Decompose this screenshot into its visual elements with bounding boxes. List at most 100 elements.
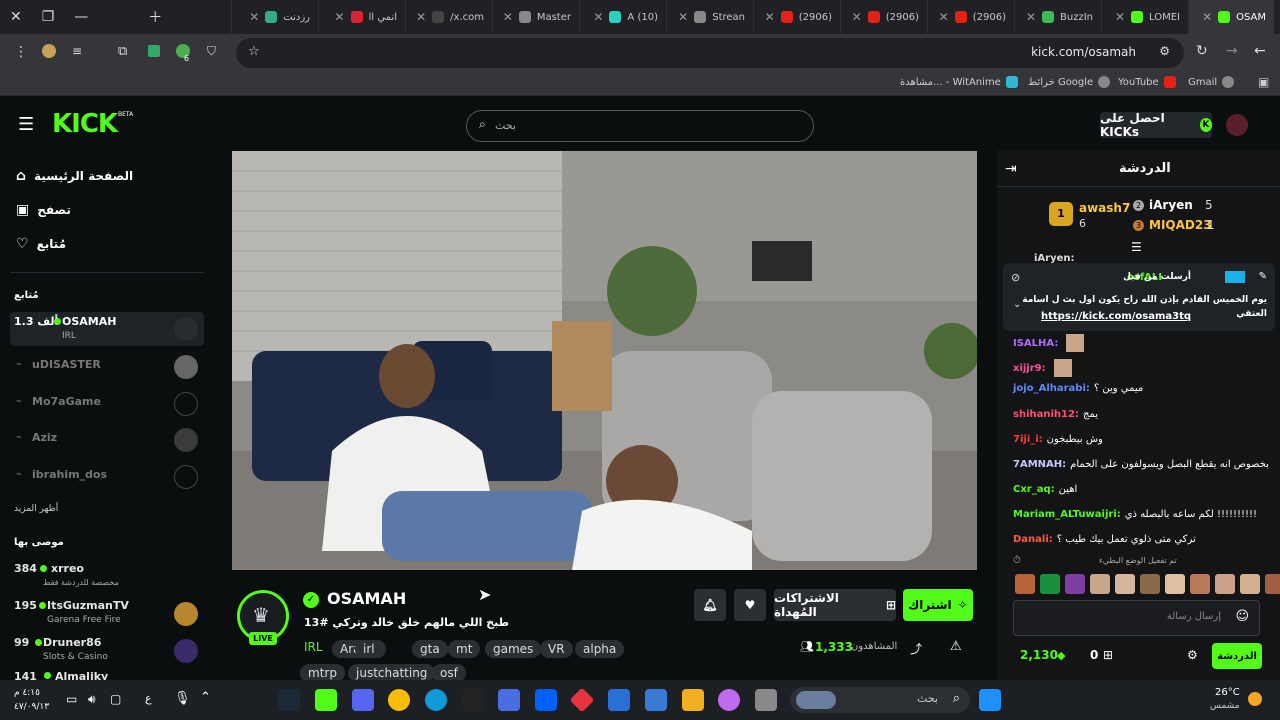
chevron-down-icon[interactable]: ⌄: [1013, 299, 1021, 310]
volume-icon[interactable]: 🔊︎: [88, 692, 96, 707]
taskbar-search[interactable]: بحث ⌕: [790, 687, 970, 713]
emote-image[interactable]: [1215, 574, 1235, 594]
bookmark-gmail[interactable]: Gmail: [1188, 76, 1235, 88]
stream-tag[interactable]: irl: [355, 640, 383, 658]
windows-start-icon[interactable]: [979, 689, 1001, 711]
emote-image[interactable]: [1090, 574, 1110, 594]
chat-username[interactable]: xijjr9:: [1013, 363, 1046, 374]
new-tab-icon[interactable]: ＋: [148, 7, 162, 27]
chat-message[interactable]: 7iji_i: وش بيطبخون: [1013, 434, 1103, 445]
tab-close-icon[interactable]: ✕: [249, 10, 259, 24]
chat-message[interactable]: xijjr9:: [1013, 359, 1072, 377]
discord-icon[interactable]: [352, 689, 374, 711]
expand-leaderboard-icon[interactable]: ☰: [1131, 240, 1142, 254]
clock-date[interactable]: ٤٧/٠٩/١٣: [14, 702, 49, 712]
stream-tag[interactable]: VR: [540, 640, 573, 658]
dropbox-icon[interactable]: [535, 689, 557, 711]
stream-tag[interactable]: games: [485, 640, 542, 658]
collapse-chat-icon[interactable]: ⇥: [1005, 161, 1017, 177]
chat-message[interactable]: 7AMNAH: بخصوص انه يقطع البصل ويسولفون على…: [1013, 459, 1269, 470]
channel-item-almaliky[interactable]: 141 Almaliky: [10, 670, 204, 680]
channel-title[interactable]: OSAMAH: [327, 589, 406, 608]
chat-settings-icon[interactable]: ⚙: [1187, 648, 1198, 662]
channel-item-xrreo[interactable]: 384 xrreo مخصصة للدردشة فقط: [10, 560, 204, 594]
kick-logo[interactable]: KICK: [52, 109, 118, 139]
chat-message[interactable]: Mariam_ALTuwaijri: لكم ساعه بالبصله ذي !!…: [1013, 509, 1257, 520]
url-text[interactable]: kick.com/osamah: [1031, 45, 1136, 59]
chrome-icon[interactable]: [388, 689, 410, 711]
emote-image[interactable]: [1115, 574, 1135, 594]
stream-tag[interactable]: mt: [448, 640, 481, 658]
stream-category[interactable]: IRL: [304, 640, 323, 654]
emote-image[interactable]: [1065, 574, 1085, 594]
browser-tab[interactable]: Strean ✕: [666, 0, 753, 34]
chat-message[interactable]: ISALHA:: [1013, 334, 1085, 352]
restore-window-icon[interactable]: ❐: [42, 9, 55, 25]
video-player[interactable]: [232, 151, 977, 570]
hamburger-menu-icon[interactable]: ☰: [18, 114, 34, 135]
tab-close-icon[interactable]: ✕: [1202, 10, 1212, 24]
tab-close-icon[interactable]: ✕: [335, 10, 345, 24]
tab-close-icon[interactable]: ✕: [416, 10, 426, 24]
browser-tab[interactable]: (2906) ✕: [840, 0, 927, 34]
tab-close-icon[interactable]: ✕: [678, 10, 688, 24]
chat-send-button[interactable]: الدردشة: [1212, 643, 1262, 669]
unpin-icon[interactable]: ⊘: [1011, 271, 1020, 284]
tab-close-icon[interactable]: ✕: [852, 10, 862, 24]
nav-browse[interactable]: ▣ تصفح: [16, 202, 71, 218]
file-explorer-icon[interactable]: [682, 689, 704, 711]
nav-home[interactable]: ⌂ الصفحة الرئيسية: [16, 168, 133, 184]
subscribe-button[interactable]: اشتراك ✧: [903, 589, 973, 621]
tab-close-icon[interactable]: ✕: [765, 10, 775, 24]
browser-tab[interactable]: (2906) ✕: [927, 0, 1014, 34]
epic-games-icon[interactable]: [462, 689, 484, 711]
channel-item-itsguzmantv[interactable]: 195 ItsGuzmanTV Garena Free Fire: [10, 597, 204, 631]
chat-username[interactable]: jojo_Alharabi:: [1013, 383, 1090, 394]
leader-name-3[interactable]: MIQAD23: [1149, 218, 1212, 232]
chevron-up-icon[interactable]: ⌃: [200, 690, 211, 705]
stream-tag[interactable]: gta: [412, 640, 448, 658]
channel-item-ibrahim[interactable]: ⌁ ibrahim_dos: [10, 460, 204, 494]
bookmark-maps[interactable]: خرائط Google: [1028, 76, 1111, 88]
browser-tab[interactable]: انمي ll ✕: [318, 0, 405, 34]
puzzle-icon[interactable]: ⧉: [118, 44, 127, 59]
browser-tab[interactable]: (2906) ✕: [753, 0, 840, 34]
kick-app-icon[interactable]: [315, 689, 337, 711]
chat-message[interactable]: Danali: تركي متى ذلوي تعمل بيك طيب ؟: [1013, 534, 1196, 545]
chat-input[interactable]: إرسال رسالة ☺: [1013, 600, 1260, 636]
omnibox[interactable]: ☆ kick.com/osamah ⚙: [236, 38, 1184, 68]
emote-image[interactable]: [1040, 574, 1060, 594]
emote-image[interactable]: [1240, 574, 1260, 594]
clock-time[interactable]: ٤:١٥ م: [14, 688, 40, 698]
emote-image[interactable]: [1140, 574, 1160, 594]
chat-message[interactable]: jojo_Alharabi: ميمي وين ؟: [1013, 383, 1143, 394]
chat-username[interactable]: Cxr_aq:: [1013, 484, 1055, 495]
chat-username[interactable]: Danali:: [1013, 534, 1053, 545]
tab-close-icon[interactable]: ✕: [1026, 10, 1036, 24]
emote-image[interactable]: [1165, 574, 1185, 594]
back-icon[interactable]: ←: [1254, 43, 1266, 59]
browser-tab[interactable]: Master ✕: [492, 0, 579, 34]
emoji-icon[interactable]: ☺: [1235, 609, 1249, 624]
stream-tag[interactable]: alpha: [575, 640, 625, 658]
pinned-message[interactable]: ⊘ osfALI أرسلت من قبل ✎ يوم الخميس القاد…: [1003, 263, 1275, 331]
leader-name-1[interactable]: awash7: [1079, 201, 1130, 215]
close-window-icon[interactable]: ✕: [10, 9, 22, 25]
red-app-icon[interactable]: [569, 687, 595, 713]
forward-icon[interactable]: →: [1226, 43, 1238, 59]
browser-tab[interactable]: LOMEI ✕: [1101, 0, 1188, 34]
bookmark-youtube[interactable]: YouTube: [1118, 76, 1176, 88]
search-input[interactable]: ⌕ بحث: [466, 110, 814, 142]
steam-icon[interactable]: [278, 689, 300, 711]
gift-icon[interactable]: ⊞: [1103, 648, 1113, 662]
chat-username[interactable]: 7iji_i:: [1013, 434, 1043, 445]
channel-item-druner86[interactable]: 99 Druner86 Slots & Casino: [10, 634, 204, 668]
task-view-icon[interactable]: [755, 689, 777, 711]
battery-icon[interactable]: ▭: [66, 692, 77, 706]
browser-tab[interactable]: (10) A ✕: [579, 0, 666, 34]
app-icon[interactable]: [498, 689, 520, 711]
tab-close-icon[interactable]: ✕: [1115, 10, 1125, 24]
browser-tab[interactable]: x.com/ ✕: [405, 0, 492, 34]
extensions-queue-icon[interactable]: ≡: [72, 44, 82, 58]
all-bookmarks-icon[interactable]: ▣: [1258, 75, 1269, 89]
